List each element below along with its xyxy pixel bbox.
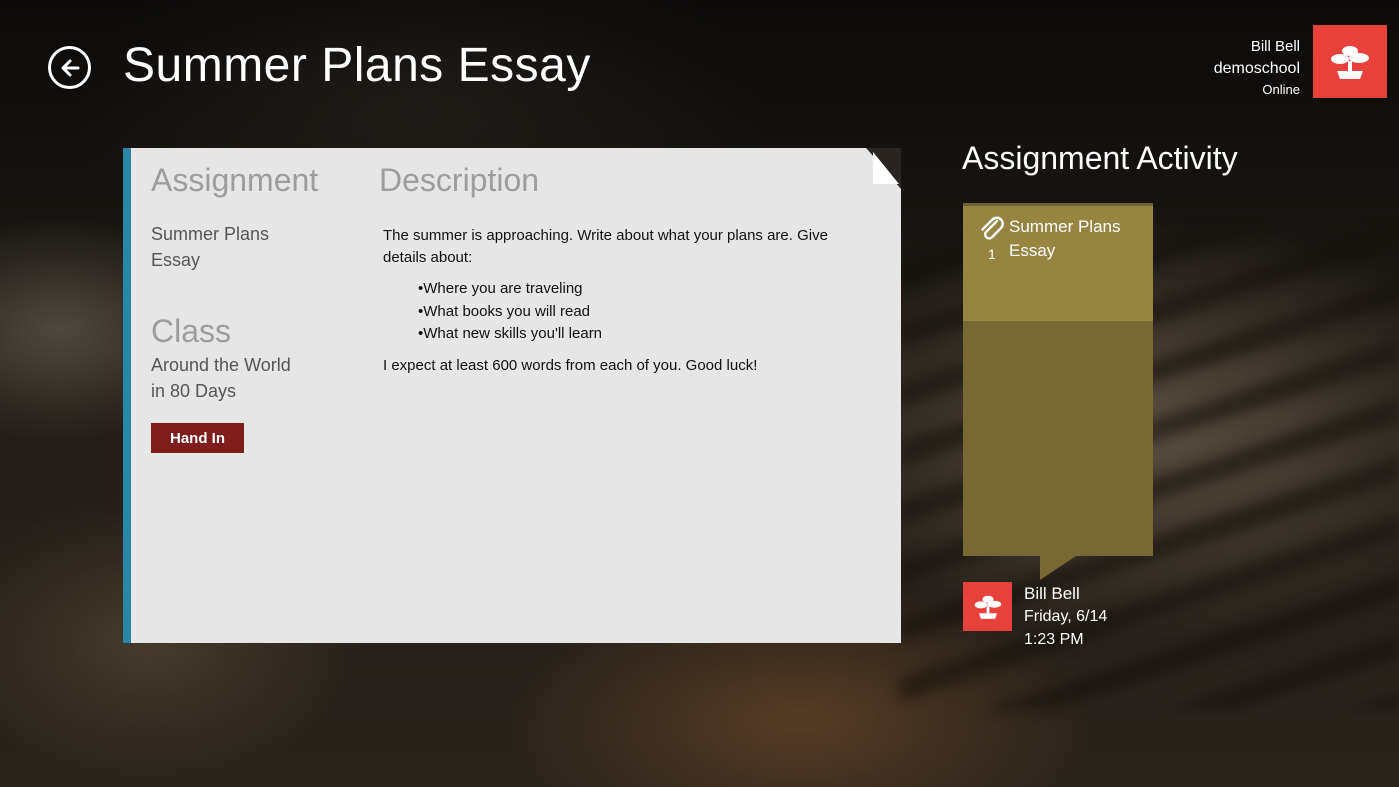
activity-tile-pointer	[1040, 556, 1076, 580]
activity-tile-name: Summer Plans Essay	[1009, 217, 1121, 260]
submission-time: 1:23 PM	[1024, 631, 1084, 648]
page-fold-icon	[866, 148, 901, 189]
page-title: Summer Plans Essay	[123, 39, 591, 92]
avatar[interactable]	[1313, 25, 1387, 98]
description-closing: I expect at least 600 words from each of…	[383, 356, 758, 374]
description-point: What books you will read	[418, 301, 853, 324]
assignment-name: Summer Plans Essay	[151, 221, 269, 273]
assignment-name-line1: Summer Plans	[151, 224, 270, 244]
activity-tile[interactable]: Summer Plans Essay 1	[963, 203, 1153, 556]
back-arrow-icon	[61, 59, 79, 76]
description-heading: Description	[379, 162, 540, 198]
assignment-name-line2: Essay	[151, 250, 201, 270]
attachment-count: 1	[988, 246, 996, 262]
hand-in-button[interactable]: Hand In	[151, 423, 244, 453]
description-point: Where you are traveling	[418, 278, 853, 301]
activity-tile-header: Summer Plans Essay 1	[963, 203, 1153, 321]
description-point: What new skills you'll learn	[418, 323, 853, 346]
submission-author: Bill Bell	[1024, 584, 1080, 603]
description-list: Where you are traveling What books you w…	[418, 278, 853, 346]
back-button[interactable]	[48, 46, 91, 89]
bonsai-tree-icon	[1331, 45, 1369, 79]
user-status: Online	[1262, 82, 1300, 97]
description-intro: The summer is approaching. Write about w…	[383, 227, 828, 266]
class-name-line1: Around the World	[151, 355, 291, 375]
submission-date: Friday, 6/14	[1024, 608, 1108, 625]
activity-title: Assignment Activity	[962, 140, 1238, 176]
user-school: demoschool	[1213, 60, 1300, 77]
user-info[interactable]: Bill Bell demoschool Online	[1214, 36, 1300, 100]
paperclip-icon	[981, 216, 1004, 240]
class-name: Around the World in 80 Days	[151, 352, 291, 404]
user-name: Bill Bell	[1250, 38, 1300, 55]
class-name-line2: in 80 Days	[151, 381, 237, 401]
bonsai-tree-icon	[974, 595, 1001, 619]
class-heading: Class	[151, 313, 232, 349]
assignment-heading: Assignment	[151, 162, 319, 198]
submission-avatar	[963, 582, 1012, 631]
description-body: The summer is approaching. Write about w…	[383, 225, 853, 377]
submission-meta: Bill Bell Friday, 6/14 1:23 PM	[1024, 582, 1107, 651]
